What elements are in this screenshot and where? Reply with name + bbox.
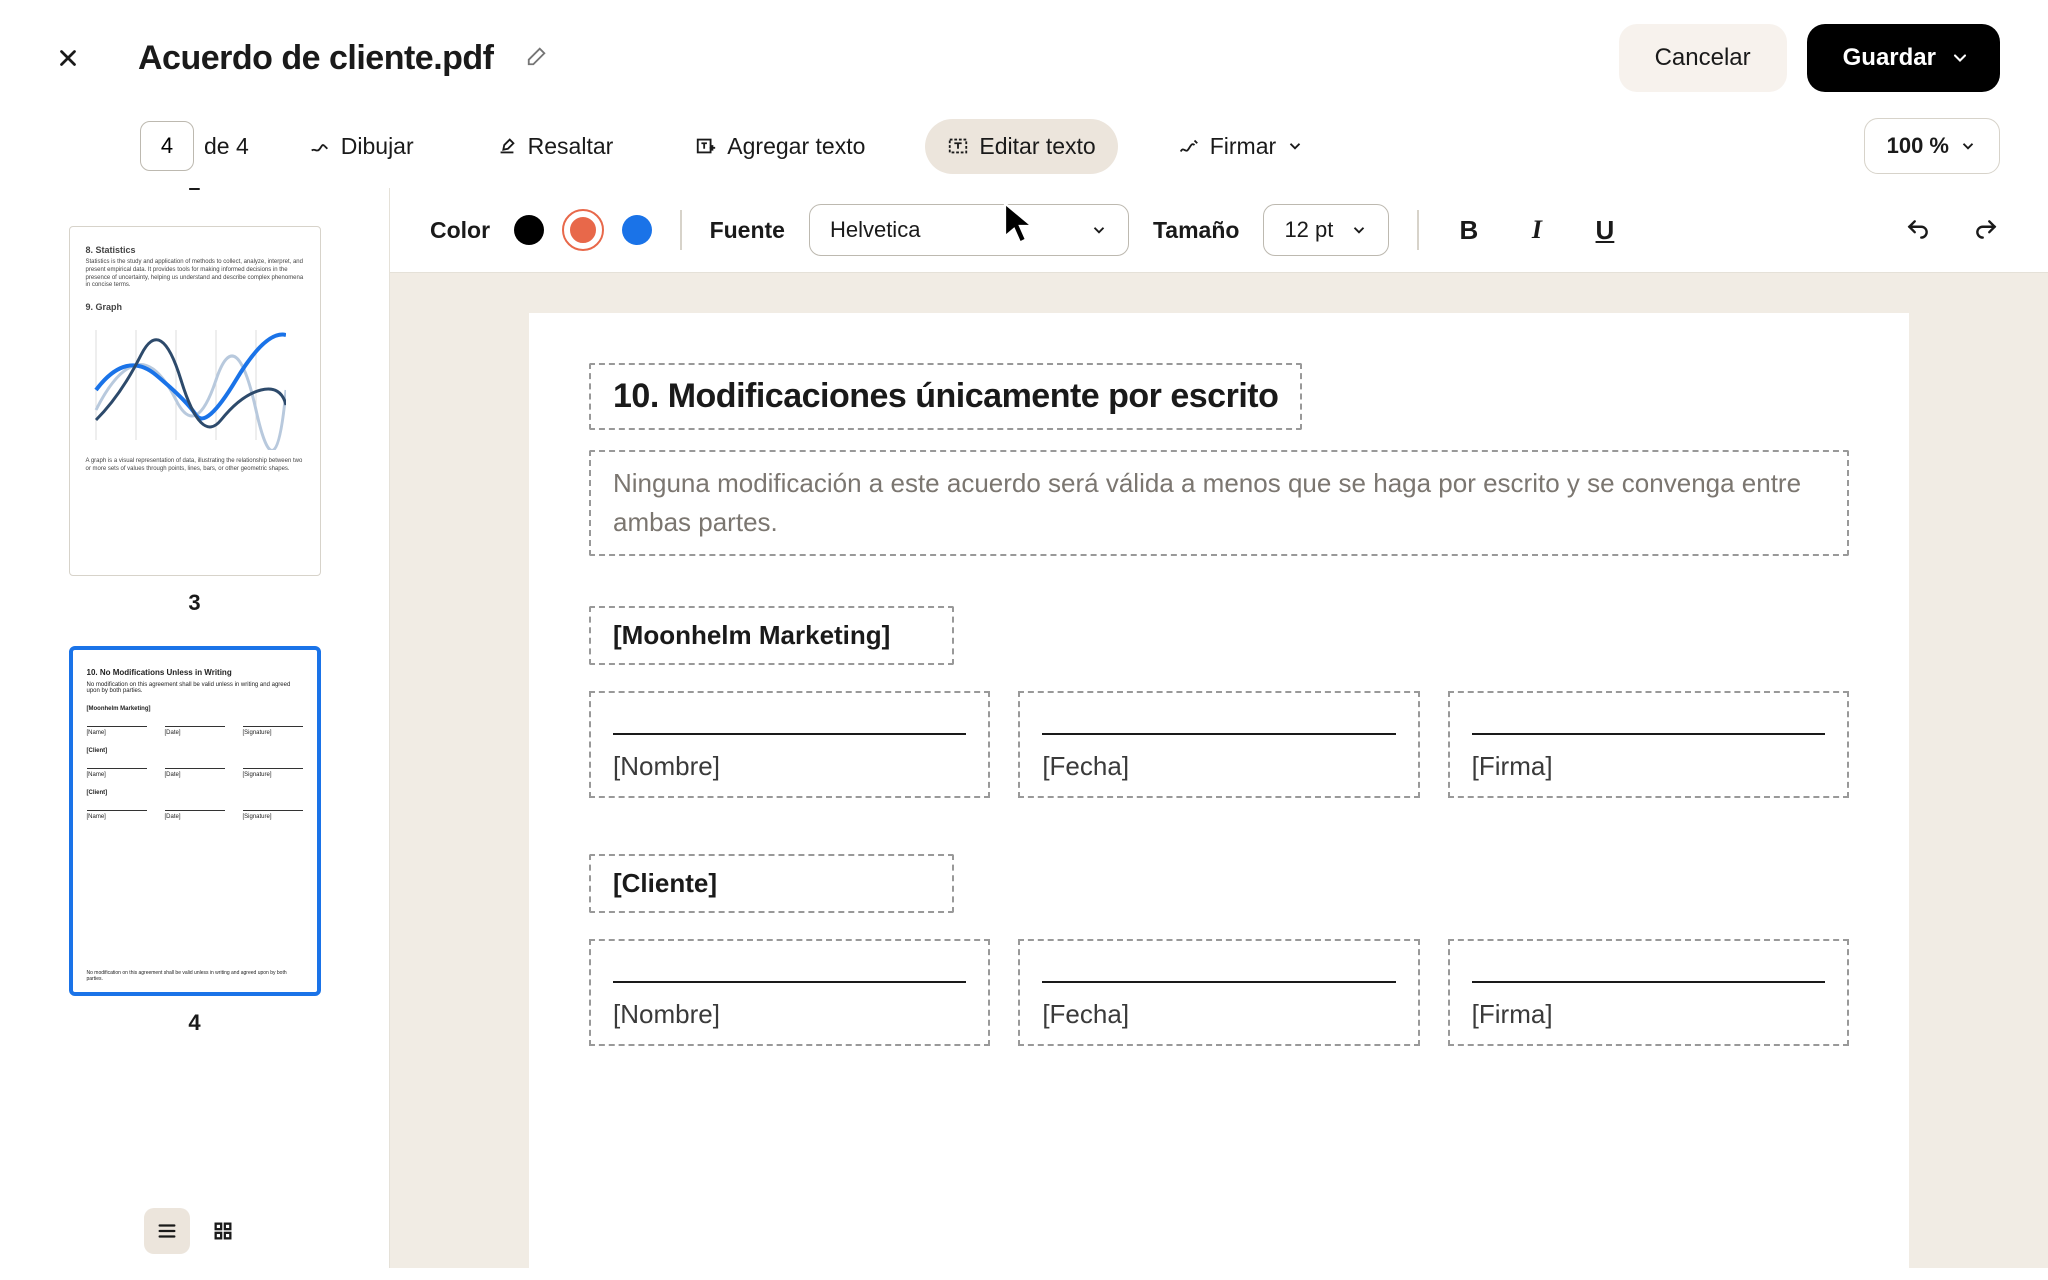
canvas-area[interactable]: 10. Modificaciones únicamente por escrit… [390,273,2048,1268]
page-indicator: de 4 [140,121,249,171]
color-label: Color [430,217,490,244]
chevron-down-icon [1959,137,1977,155]
add-text-icon [695,135,717,157]
size-select[interactable]: 12 pt [1263,204,1389,256]
chevron-down-icon [1350,221,1368,239]
highlight-icon [496,135,518,157]
thumbnail-page-number: 4 [188,1010,200,1036]
close-button[interactable] [48,38,88,78]
editor-main: Color Fuente Helvetica Tamaño 12 pt B I … [390,188,2048,1268]
undo-button[interactable] [1896,208,1940,252]
underline-button[interactable]: U [1583,208,1627,252]
grid-icon [212,1220,234,1242]
italic-button[interactable]: I [1515,208,1559,252]
size-label: Tamaño [1153,217,1239,244]
thumbnail-page-number: 3 [188,590,200,616]
save-button-label: Guardar [1843,44,1936,72]
app-body: 2 8. Statistics Statistics is the study … [0,188,2048,1268]
draw-icon [309,135,331,157]
close-icon [55,45,81,71]
view-mode-toggle [144,1208,246,1254]
page-total-label: de 4 [204,133,249,160]
page-thumbnail-4[interactable]: 10. No Modifications Unless in Writing N… [69,646,321,996]
page-number-input[interactable] [140,121,194,171]
list-view-button[interactable] [144,1208,190,1254]
signature-field-name[interactable]: [Nombre] [589,939,990,1046]
redo-icon [1973,217,1999,243]
draw-tool[interactable]: Dibujar [287,119,436,174]
page-thumbnail-3[interactable]: 8. Statistics Statistics is the study an… [69,226,321,576]
signature-field-date[interactable]: [Fecha] [1018,691,1419,798]
thumbnail-chart [86,320,286,450]
grid-view-button[interactable] [200,1208,246,1254]
edit-text-icon [947,135,969,157]
font-select[interactable]: Helvetica [809,204,1129,256]
edit-text-tool[interactable]: Editar texto [925,119,1117,174]
document-page: 10. Modificaciones únicamente por escrit… [529,313,1909,1268]
chevron-down-icon [1090,221,1108,239]
zoom-select[interactable]: 100 % [1864,118,2000,174]
color-swatch-red[interactable] [568,215,598,245]
chevron-down-icon [1286,137,1304,155]
color-swatch-black[interactable] [514,215,544,245]
bold-button[interactable]: B [1447,208,1491,252]
text-block-heading[interactable]: 10. Modificaciones únicamente por escrit… [589,363,1302,430]
redo-button[interactable] [1964,208,2008,252]
pencil-icon [526,45,548,67]
thumbnail-sidebar: 2 8. Statistics Statistics is the study … [0,188,390,1268]
save-button[interactable]: Guardar [1807,24,2000,92]
text-block-party2[interactable]: [Cliente] [589,854,954,913]
main-toolbar: de 4 Dibujar Resaltar Agregar texto Edit… [0,108,2048,188]
signature-field-date[interactable]: [Fecha] [1018,939,1419,1046]
sign-tool[interactable]: Firmar [1156,119,1326,174]
highlight-tool[interactable]: Resaltar [474,119,636,174]
sign-icon [1178,135,1200,157]
app-header: Acuerdo de cliente.pdf Cancelar Guardar [0,0,2048,108]
file-title: Acuerdo de cliente.pdf [138,39,494,78]
cancel-button[interactable]: Cancelar [1619,24,1787,92]
text-block-party1[interactable]: [Moonhelm Marketing] [589,606,954,665]
chevron-down-icon [1950,48,1970,68]
add-text-tool[interactable]: Agregar texto [673,119,887,174]
signature-field-signature[interactable]: [Firma] [1448,691,1849,798]
font-label: Fuente [710,217,785,244]
edit-title-button[interactable] [526,45,548,72]
color-swatch-blue[interactable] [622,215,652,245]
text-block-body[interactable]: Ninguna modificación a este acuerdo será… [589,450,1849,556]
format-toolbar: Color Fuente Helvetica Tamaño 12 pt B I … [390,188,2048,273]
undo-icon [1905,217,1931,243]
thumbnail-page-number: 2 [188,188,200,196]
list-icon [156,1220,178,1242]
signature-field-signature[interactable]: [Firma] [1448,939,1849,1046]
signature-field-name[interactable]: [Nombre] [589,691,990,798]
